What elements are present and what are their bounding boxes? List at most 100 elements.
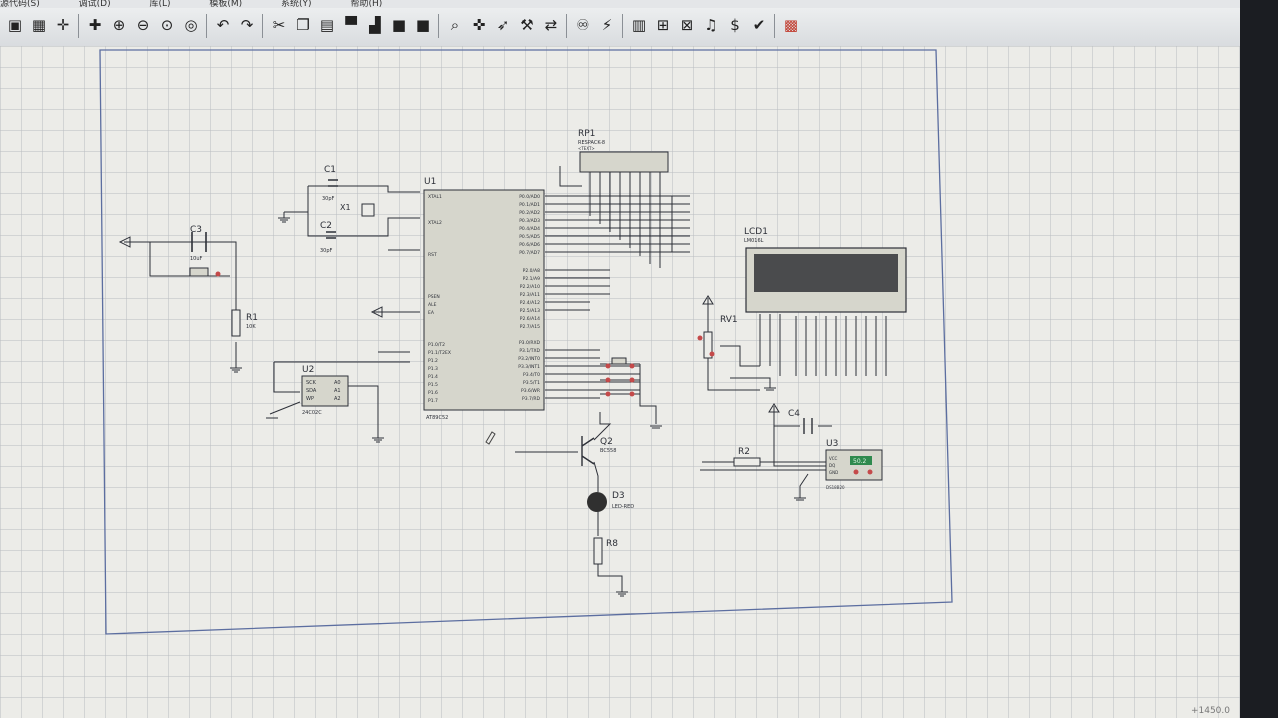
q2-ref: Q2 <box>600 437 613 447</box>
rp1-text: <TEXT> <box>578 146 595 151</box>
make-device-button[interactable]: ✜ <box>468 14 490 36</box>
d3-part: LED-RED <box>612 504 634 510</box>
u1-pin-label: ALE <box>428 302 437 308</box>
d3-ref: D3 <box>612 491 625 501</box>
redo-icon: ↷ <box>240 16 254 34</box>
c3-value: 10uF <box>190 256 203 262</box>
cut-button[interactable]: ✂ <box>268 14 290 36</box>
u1-pin-label: P0.5/AD5 <box>519 234 540 240</box>
bom-icon: $ <box>730 16 740 34</box>
menu-item-source[interactable]: 源代码(S) <box>0 0 40 8</box>
menu-item-template[interactable]: 模板(M) <box>209 0 242 8</box>
block-move-button[interactable]: ▟ <box>364 14 386 36</box>
microcontroller-u1[interactable]: U1 AT89C52 XTAL1 XTAL2 RST PSEN ALE EA P1.0/T2… <box>423 177 545 421</box>
q2-part: BC558 <box>600 448 616 454</box>
u1-pin-label: P1.2 <box>428 358 438 364</box>
origin-button[interactable]: ✛ <box>52 14 74 36</box>
menu-item-library[interactable]: 库(L) <box>149 0 170 8</box>
u1-pin-label: P3.5/T1 <box>523 380 540 386</box>
paste-icon: ▤ <box>319 16 335 34</box>
u1-pin-label: XTAL2 <box>428 220 442 226</box>
new-sheet-button[interactable]: ▣ <box>4 14 26 36</box>
lcd-screen <box>754 254 898 292</box>
ares-button[interactable]: ▩ <box>780 14 802 36</box>
binoculars-icon: ♾ <box>576 16 590 34</box>
u3-pin-dq: DQ <box>829 463 835 468</box>
block-move-icon: ▟ <box>369 16 381 34</box>
check-icon: ✔ <box>752 16 766 34</box>
remove-sheet-button[interactable]: ⊠ <box>676 14 698 36</box>
zoom-area-button[interactable]: ◎ <box>180 14 202 36</box>
c3-pin <box>215 271 221 277</box>
u3-readout: 50.2 <box>853 458 867 465</box>
rv1-ref: RV1 <box>720 315 738 325</box>
menu-item-debug[interactable]: 调试(D) <box>79 0 111 8</box>
schematic-sheet[interactable]: C1 30pF C2 30pF X1 C3 10uF R1 10K U1 AT8… <box>0 46 1240 718</box>
u1-ref: U1 <box>424 177 436 187</box>
netlist-icon: ♫ <box>704 16 718 34</box>
c3-ref: C3 <box>190 225 202 235</box>
u3-pin-vcc: VCC <box>829 456 838 461</box>
u1-pin-label: P2.5/A13 <box>520 308 540 314</box>
remove-sheet-icon: ⊠ <box>680 16 694 34</box>
cut-icon: ✂ <box>272 16 286 34</box>
add-sheet-icon: ⊞ <box>656 16 670 34</box>
u1-pin-label: P3.4/T0 <box>523 372 540 378</box>
paste-button[interactable]: ▤ <box>316 14 338 36</box>
zoom-out-button[interactable]: ⊖ <box>132 14 154 36</box>
u1-pin-label: P3.6/WR <box>521 388 540 394</box>
u1-pin-label: P1.1/T2EX <box>428 350 451 356</box>
u1-part: AT89C52 <box>426 415 448 421</box>
u2-pin-a0: A0 <box>334 380 341 386</box>
zoom-all-button[interactable]: ⊙ <box>156 14 178 36</box>
grid-toggle-button[interactable]: ▦ <box>28 14 50 36</box>
u2-pin-a2: A2 <box>334 396 341 402</box>
pick-device-icon: ⌕ <box>450 16 460 34</box>
bill-of-materials-button[interactable]: $ <box>724 14 746 36</box>
u1-pin-label: P3.0/RXD <box>519 340 541 346</box>
package-button[interactable]: ➶ <box>492 14 514 36</box>
u1-pin-label: P0.1/AD1 <box>519 202 540 208</box>
block-rotate-button[interactable]: ■ <box>388 14 410 36</box>
new-sheet-2-button[interactable]: ▥ <box>628 14 650 36</box>
u1-pin-label: P2.6/A14 <box>520 316 540 322</box>
zoom-all-icon: ⊙ <box>160 16 174 34</box>
pan-button[interactable]: ✚ <box>84 14 106 36</box>
c2-ref: C2 <box>320 221 332 231</box>
redo-button[interactable]: ↷ <box>236 14 258 36</box>
search-button[interactable]: ♾ <box>572 14 594 36</box>
u2-pin-wp: WP <box>306 396 314 402</box>
property-assign-button[interactable]: ⚡ <box>596 14 618 36</box>
sheet-icon: ▣ <box>7 16 23 34</box>
copy-button[interactable]: ❐ <box>292 14 314 36</box>
u1-pin-label: P3.2/INT0 <box>518 356 540 362</box>
menu-item-help[interactable]: 帮助(H) <box>350 0 382 8</box>
block-copy-button[interactable]: ▀ <box>340 14 362 36</box>
toolbar-separator <box>206 14 207 38</box>
wire-autorouter-button[interactable]: ⇄ <box>540 14 562 36</box>
r1-ref: R1 <box>246 313 258 323</box>
u1-pin-label: P2.4/A12 <box>520 300 540 306</box>
u1-pin-label: P3.1/TXD <box>519 348 540 354</box>
electrical-check-button[interactable]: ✔ <box>748 14 770 36</box>
undo-button[interactable]: ↶ <box>212 14 234 36</box>
u1-pin-label: P2.2/A10 <box>520 284 540 290</box>
proteus-window: 源代码(S) 调试(D) 库(L) 模板(M) 系统(Y) 帮助(H) ▣ ▦ ✛ ✚… <box>0 0 1240 718</box>
block-delete-icon: ■ <box>415 16 431 34</box>
u3-part: DS18B20 <box>826 485 845 490</box>
u1-pin-label: P0.0/AD0 <box>519 194 540 200</box>
zoom-in-button[interactable]: ⊕ <box>108 14 130 36</box>
u1-pin-label: P3.3/INT1 <box>518 364 540 370</box>
u1-pin-label: P0.4/AD4 <box>519 226 540 232</box>
pick-device-button[interactable]: ⌕ <box>444 14 466 36</box>
add-sheet-button[interactable]: ⊞ <box>652 14 674 36</box>
schematic-canvas[interactable]: C1 30pF C2 30pF X1 C3 10uF R1 10K U1 AT8… <box>0 46 1240 718</box>
block-delete-button[interactable]: ■ <box>412 14 434 36</box>
u1-pin-label: P0.2/AD2 <box>519 210 540 216</box>
decompose-button[interactable]: ⚒ <box>516 14 538 36</box>
property-icon: ⚡ <box>601 16 613 34</box>
menu-item-system[interactable]: 系统(Y) <box>281 0 312 8</box>
copy-icon: ❐ <box>296 16 310 34</box>
netlist-button[interactable]: ♫ <box>700 14 722 36</box>
u2-ref: U2 <box>302 365 314 375</box>
